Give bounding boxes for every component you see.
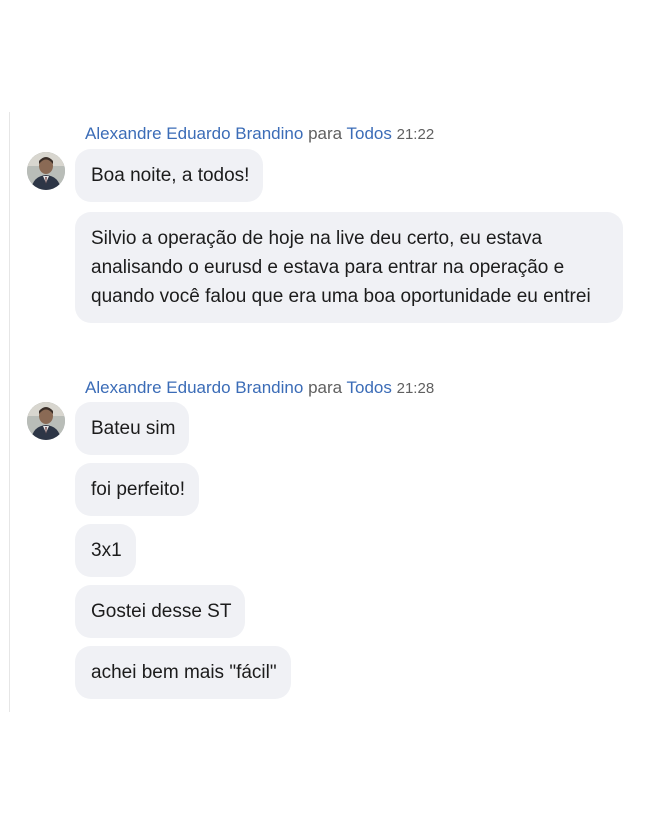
- avatar[interactable]: [27, 402, 65, 440]
- sender-name[interactable]: Alexandre Eduardo Brandino: [85, 378, 303, 397]
- panel-divider: [9, 112, 10, 712]
- avatar[interactable]: [27, 152, 65, 190]
- message-bubble[interactable]: Silvio a operação de hoje na live deu ce…: [75, 212, 623, 323]
- message-time: 21:28: [396, 380, 435, 397]
- message-bubble[interactable]: Gostei desse ST: [75, 585, 246, 638]
- message-time: 21:22: [396, 126, 435, 143]
- message-header: Alexandre Eduardo Brandino para Todos 21…: [85, 378, 434, 399]
- message-bubble[interactable]: foi perfeito!: [75, 463, 199, 516]
- recipient-name[interactable]: Todos: [347, 124, 392, 143]
- message-bubble[interactable]: Bateu sim: [75, 402, 190, 455]
- message-bubble[interactable]: 3x1: [75, 524, 136, 577]
- recipient-name[interactable]: Todos: [347, 378, 392, 397]
- user-photo-icon: [27, 152, 65, 190]
- user-photo-icon: [27, 402, 65, 440]
- message-bubble[interactable]: achei bem mais "fácil": [75, 646, 291, 699]
- message-header: Alexandre Eduardo Brandino para Todos 21…: [85, 124, 434, 145]
- chat-panel: Alexandre Eduardo Brandino para Todos 21…: [0, 112, 658, 712]
- to-label: para: [308, 378, 343, 397]
- sender-name[interactable]: Alexandre Eduardo Brandino: [85, 124, 303, 143]
- to-label: para: [308, 124, 343, 143]
- message-bubble[interactable]: Boa noite, a todos!: [75, 149, 264, 202]
